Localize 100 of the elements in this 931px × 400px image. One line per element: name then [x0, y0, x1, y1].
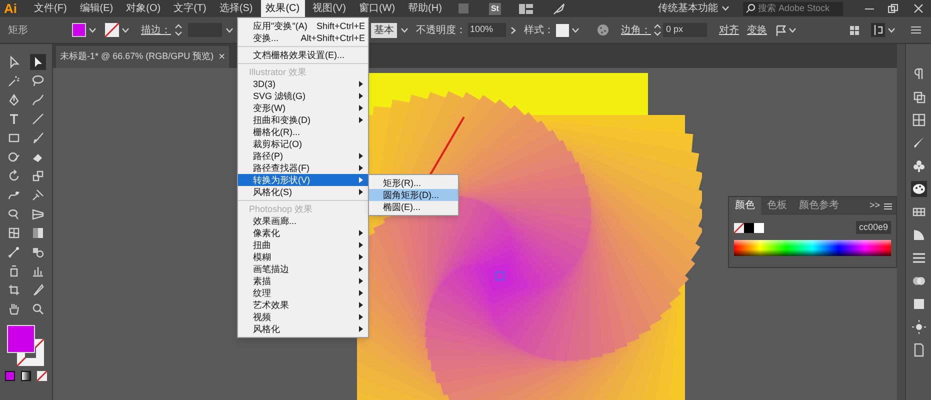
menu-item[interactable]: 像素化 [238, 227, 368, 239]
menu-item[interactable]: 选择(S) [214, 0, 258, 17]
panel-tab[interactable]: 颜色参考 [793, 197, 845, 215]
color-mode-swatch[interactable] [5, 371, 15, 381]
eyedropper-icon[interactable] [6, 244, 22, 260]
gradient-icon[interactable] [30, 225, 46, 241]
lasso-icon[interactable] [30, 73, 46, 89]
chevron-down-icon[interactable] [572, 28, 579, 32]
zoom-icon[interactable] [30, 301, 46, 317]
menu-item[interactable]: 帮助(H) [403, 0, 447, 17]
align-link[interactable]: 对齐 [719, 22, 739, 38]
menu-item[interactable]: 应用"变换"(A) Shift+Ctrl+E [238, 20, 368, 32]
club-icon[interactable] [910, 158, 926, 174]
style-swatch[interactable] [556, 24, 569, 36]
style-label: 样式： [524, 24, 554, 38]
menu-item[interactable]: 素描 [238, 275, 368, 287]
close-icon[interactable] [914, 4, 923, 13]
menu-item[interactable]: 对象(O) [121, 0, 166, 17]
menu-item[interactable]: 栅格化(R)... [238, 126, 368, 138]
chevron-down-icon[interactable] [226, 28, 233, 32]
panel-tab[interactable]: 色板 [761, 197, 793, 215]
flag-icon[interactable] [775, 24, 787, 36]
palette-icon[interactable] [910, 181, 926, 197]
spinner-icon[interactable] [654, 24, 661, 36]
corner-label[interactable]: 边角： [621, 22, 651, 38]
menu-item[interactable]: SVG 滤镜(G) [238, 90, 368, 102]
menu-item[interactable]: 文件(F) [29, 0, 72, 17]
menu-item[interactable]: 效果画廊... [238, 215, 368, 227]
menu-item[interactable]: 椭圆(E)... [369, 201, 458, 213]
line-icon[interactable] [30, 111, 46, 127]
panel-collapse-button[interactable]: >> [869, 199, 880, 213]
chevron-down-icon[interactable] [401, 28, 408, 32]
menu-item[interactable]: 扭曲和变换(D) [238, 114, 368, 126]
menu-item[interactable]: 变形(W) [238, 102, 368, 114]
close-tab-button[interactable]: × [218, 48, 226, 66]
menu-item[interactable]: 路径(P) [238, 150, 368, 162]
curvature-pen-icon[interactable] [30, 92, 46, 108]
transform-link[interactable]: 变换 [747, 22, 767, 38]
menu-item[interactable]: 文字(T) [168, 0, 212, 17]
menu-item[interactable]: 变换... Alt+Shift+Ctrl+E [238, 32, 368, 44]
spinner-icon[interactable] [175, 24, 182, 36]
menu-item[interactable]: 窗口(W) [354, 0, 400, 17]
menu-item[interactable]: 转换为形状(V) [238, 174, 368, 186]
chevron-down-icon[interactable] [122, 28, 129, 32]
menu-item[interactable]: 扭曲 [238, 239, 368, 251]
menu-item[interactable]: 视频 [238, 311, 368, 323]
grid-table-icon[interactable] [910, 112, 926, 128]
artboard-icon[interactable] [6, 282, 22, 298]
grid-icon[interactable] [850, 26, 859, 34]
stroke-lines-icon[interactable] [910, 250, 926, 266]
search-field[interactable]: 搜索 Adobe Stock [743, 2, 843, 16]
fill-swatch[interactable] [7, 325, 35, 353]
stroke-label[interactable]: 描边： [141, 22, 171, 38]
menu-item[interactable]: 视图(V) [308, 0, 351, 17]
menu-item[interactable]: 风格化(S) [238, 186, 368, 198]
corner-radius-field[interactable]: 0 px [663, 23, 707, 37]
opacity-field[interactable]: 100% [468, 23, 506, 37]
menu-item[interactable]: 圆角矩形(D)... [369, 189, 458, 201]
menu-item[interactable]: 编辑(E) [74, 0, 118, 17]
menu-item[interactable]: 艺术效果 [238, 299, 368, 311]
mesh-icon[interactable] [6, 225, 22, 241]
selection-icon[interactable] [30, 54, 46, 70]
menu-item[interactable]: 风格化 [238, 323, 368, 335]
rocket-icon[interactable] [552, 2, 565, 14]
chevron-down-icon[interactable] [789, 28, 796, 32]
menu-icon[interactable] [911, 26, 921, 34]
menu-item[interactable]: 纹理 [238, 287, 368, 299]
globe-icon[interactable] [597, 24, 609, 36]
layout-icon[interactable] [518, 4, 533, 14]
fill-swatch[interactable] [72, 23, 86, 37]
menu-item[interactable]: 模糊 [238, 251, 368, 263]
scale-icon[interactable] [30, 168, 46, 184]
gradient-mode-swatch[interactable] [21, 371, 31, 381]
none-mode-swatch-icon[interactable] [37, 371, 47, 381]
brush-dropdown[interactable]: 基本 [371, 22, 397, 38]
menu-item[interactable]: 效果(C) [260, 0, 305, 17]
isolate-icon[interactable] [871, 23, 885, 37]
menu-item[interactable]: 矩形(R)... [369, 177, 458, 189]
workspace-switcher[interactable]: 传统基本功能 [658, 1, 718, 16]
panel-tab[interactable]: 颜色 [729, 197, 761, 215]
pushpin-icon[interactable] [30, 187, 46, 203]
none-color-icon[interactable] [734, 222, 744, 232]
restore-icon[interactable] [888, 4, 898, 13]
hex-field[interactable]: cc00e9 [856, 221, 891, 234]
magic-wand-icon[interactable] [6, 73, 22, 89]
menu-item[interactable]: 裁剪标记(O) [238, 138, 368, 150]
chevron-down-icon[interactable] [888, 28, 895, 32]
chevron-down-icon[interactable] [89, 28, 96, 32]
stroke-none-swatch-icon[interactable] [105, 23, 119, 37]
chevron-right-icon[interactable] [511, 26, 516, 34]
sun-icon[interactable] [910, 319, 926, 335]
menu-item[interactable]: 3D(3) [238, 78, 368, 90]
menu-item[interactable]: 文档栅格效果设置(E)... [238, 49, 368, 61]
stock-button[interactable]: St [488, 2, 501, 14]
color-spectrum[interactable] [734, 240, 891, 256]
menu-item[interactable]: 路径查找器(F) [238, 162, 368, 174]
document-tab[interactable]: 未标题-1* @ 66.67% (RGB/GPU 预览) × [56, 46, 230, 68]
menu-icon[interactable] [884, 202, 892, 210]
chevron-down-icon[interactable] [722, 6, 729, 11]
menu-item[interactable]: 画笔描边 [238, 263, 368, 275]
